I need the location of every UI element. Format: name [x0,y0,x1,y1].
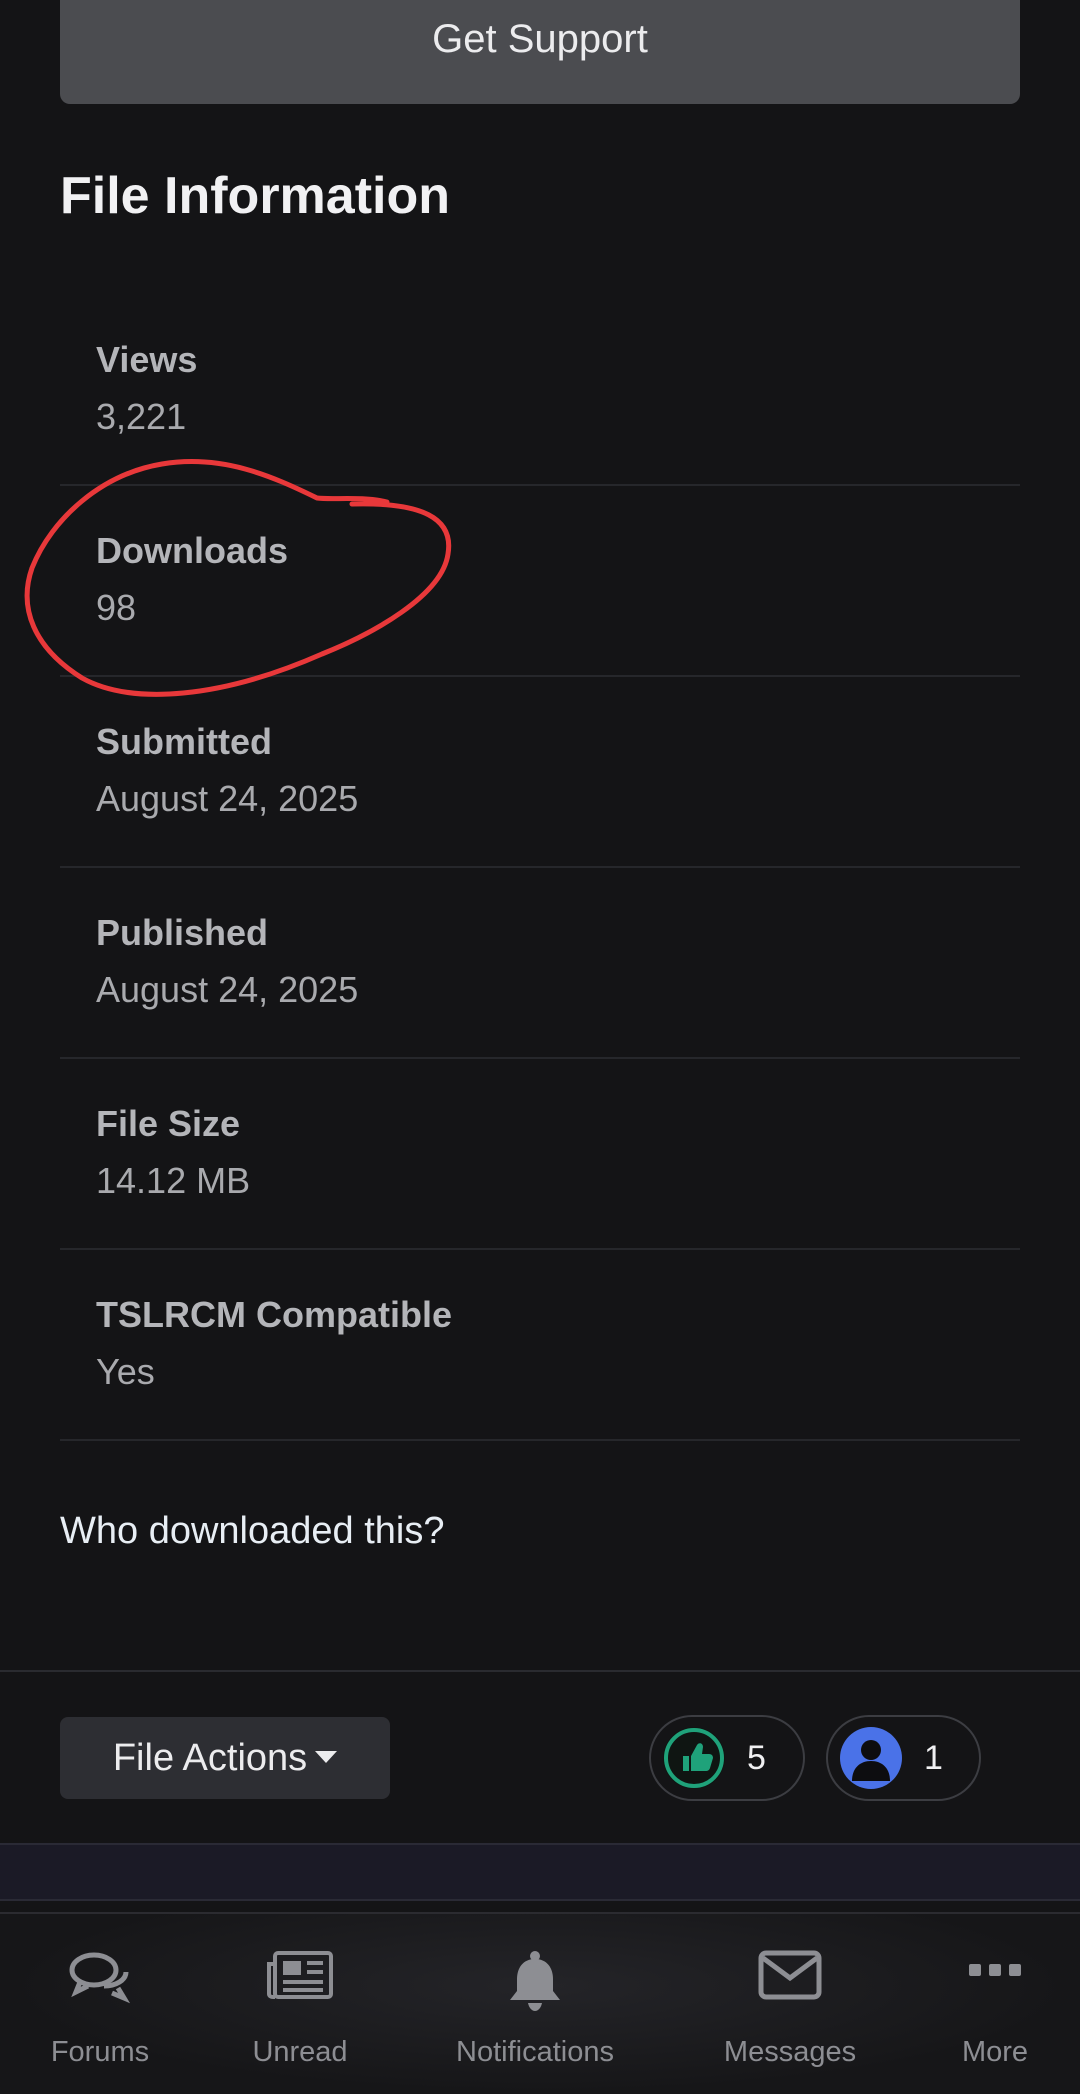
info-row-tslrcm-compatible: TSLRCM Compatible Yes [60,1250,1020,1441]
info-label: TSLRCM Compatible [96,1294,452,1335]
info-value: Yes [96,1351,155,1392]
bottom-navigation: Forums Unread Notifications Messages Mor… [0,1912,1080,2094]
info-row-views: Views 3,221 [60,295,1020,486]
section-divider [0,1670,1080,1672]
info-label: Published [96,912,269,953]
followers-count: 1 [924,1738,943,1777]
who-downloaded-link[interactable]: Who downloaded this? [60,1510,444,1553]
envelope-icon [758,1950,822,2000]
file-actions-label: File Actions [112,1737,308,1779]
info-value: 98 [96,587,137,628]
caret-down-icon [315,1750,338,1763]
info-label: Views [96,339,198,380]
user-silhouette-icon [840,1727,902,1789]
nav-label: More [961,2036,1029,2068]
file-info-list: Views 3,221 Downloads 98 Submitted Augus… [60,295,1020,1441]
file-information-heading: File Information [60,167,450,225]
info-row-downloads: Downloads 98 [60,486,1020,677]
nav-label: Messages [723,2036,857,2068]
thumbs-up-icon [663,1727,725,1789]
info-row-submitted: Submitted August 24, 2025 [60,677,1020,868]
nav-item-more[interactable]: More [935,1914,1055,2094]
info-value: 14.12 MB [96,1160,251,1201]
nav-item-messages[interactable]: Messages [710,1914,870,2094]
nav-item-notifications[interactable]: Notifications [440,1914,630,2094]
nav-label: Unread [252,2036,348,2068]
file-page: Get Support File Information Views 3,221… [0,0,1080,2094]
info-value: August 24, 2025 [96,969,359,1010]
reactions-count: 5 [747,1738,766,1777]
ellipsis-icon [969,1964,1021,1976]
newspaper-icon [267,1951,333,1999]
info-row-published: Published August 24, 2025 [60,868,1020,1059]
file-actions-button[interactable]: File Actions [60,1717,390,1799]
reactions-pill[interactable]: 5 [649,1715,805,1801]
nav-item-unread[interactable]: Unread [230,1914,370,2094]
info-label: Downloads [96,530,289,571]
info-label: Submitted [96,721,272,762]
nav-item-forums[interactable]: Forums [30,1914,170,2094]
footer-strip [0,1843,1080,1901]
info-row-file-size: File Size 14.12 MB [60,1059,1020,1250]
get-support-button[interactable]: Get Support [60,0,1020,104]
info-label: File Size [96,1103,241,1144]
info-value: 3,221 [96,396,187,437]
nav-label: Notifications [456,2036,614,2068]
bell-icon [510,1951,560,2011]
followers-pill[interactable]: 1 [826,1715,981,1801]
info-value: August 24, 2025 [96,778,359,819]
nav-label: Forums [50,2036,150,2068]
chat-bubbles-icon [69,1952,131,2004]
